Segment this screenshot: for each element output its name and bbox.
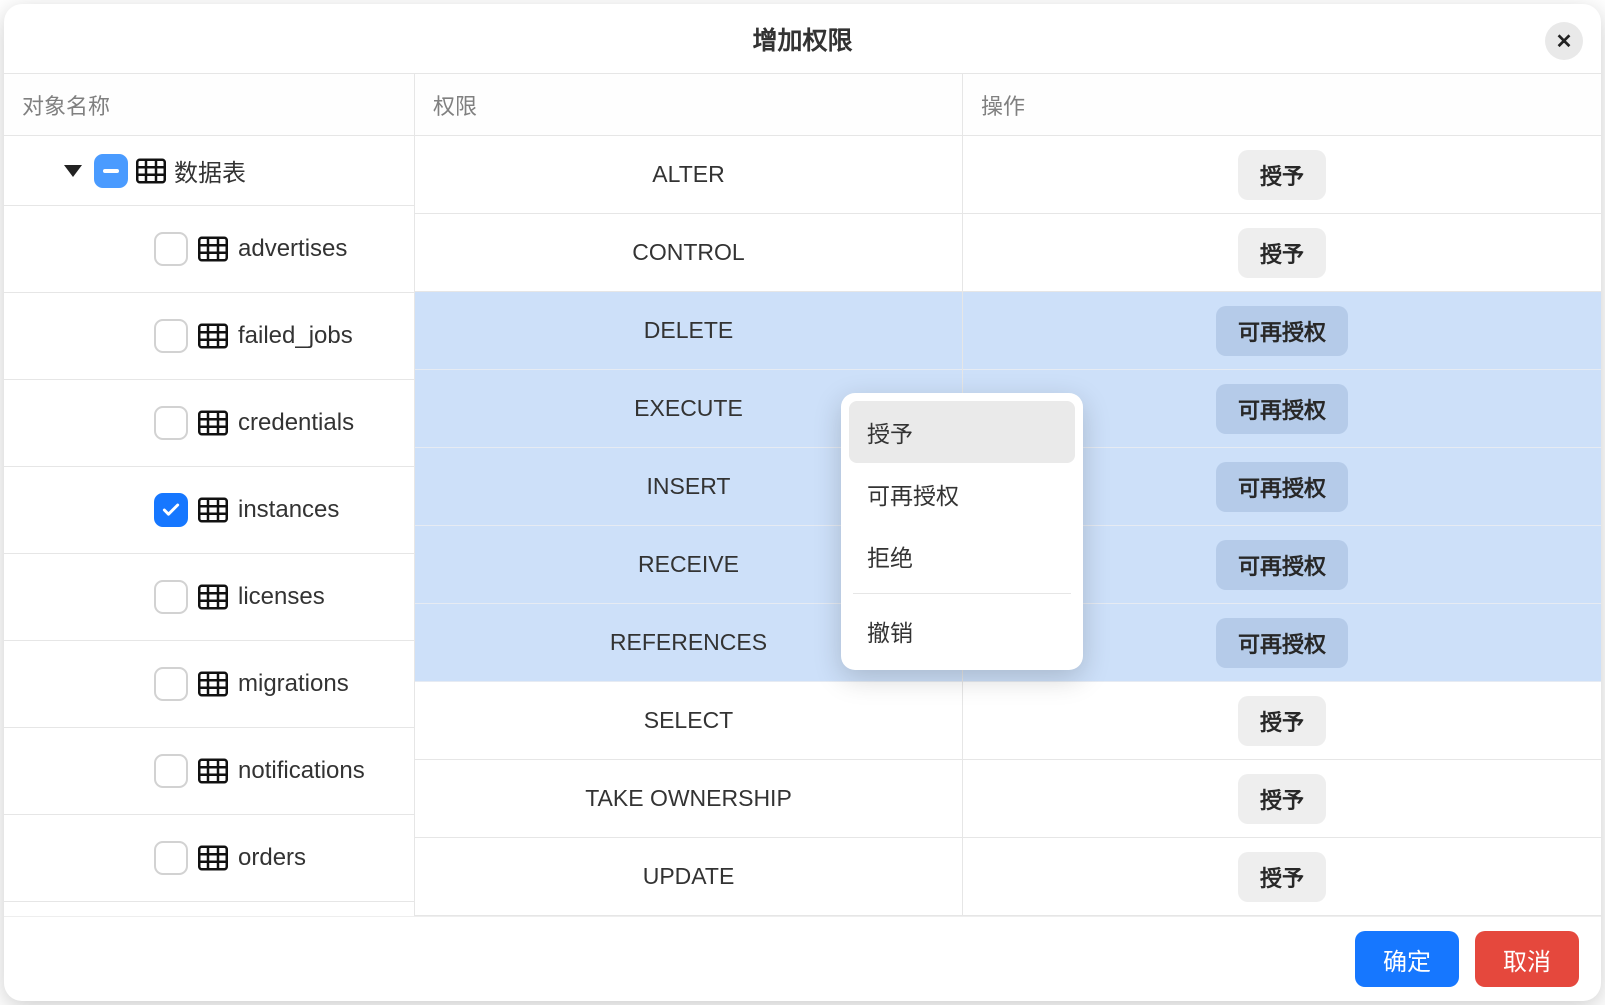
- menu-item-revoke[interactable]: 撤销: [849, 600, 1075, 662]
- permission-row[interactable]: CONTROL: [415, 214, 962, 292]
- tree-item-label: licenses: [238, 583, 325, 611]
- grant-button[interactable]: 授予: [1238, 696, 1326, 746]
- action-row: 授予: [963, 682, 1601, 760]
- add-permission-modal: 增加权限 ✕ 对象名称 数据表 advertises failed_jobscre…: [4, 4, 1601, 1001]
- grant-button[interactable]: 授予: [1238, 774, 1326, 824]
- permission-row[interactable]: ALTER: [415, 136, 962, 214]
- permission-name: INSERT: [647, 473, 731, 500]
- checkbox[interactable]: [154, 580, 188, 614]
- grant-button[interactable]: 授予: [1238, 228, 1326, 278]
- tree-item[interactable]: instances: [4, 467, 414, 554]
- modal-title: 增加权限: [752, 21, 852, 57]
- permission-name: ALTER: [652, 161, 724, 188]
- permission-row[interactable]: SELECT: [415, 682, 962, 760]
- permission-row[interactable]: TAKE OWNERSHIP: [415, 760, 962, 838]
- tree-item[interactable]: advertises: [4, 206, 414, 293]
- checkbox[interactable]: [154, 754, 188, 788]
- table-icon: [198, 845, 228, 871]
- tree-item[interactable]: credentials: [4, 380, 414, 467]
- close-icon: ✕: [1556, 29, 1573, 54]
- permission-name: DELETE: [644, 317, 733, 344]
- tree-root-tables[interactable]: 数据表: [4, 136, 414, 206]
- permission-name: RECEIVE: [638, 551, 739, 578]
- permission-row[interactable]: DELETE: [415, 292, 962, 370]
- column-objects: 对象名称 数据表 advertises failed_jobs credential…: [4, 74, 415, 916]
- action-row: 授予: [963, 136, 1601, 214]
- tree-item-label: advertises: [238, 235, 347, 263]
- permission-name: CONTROL: [632, 239, 744, 266]
- caret-down-icon: [64, 165, 82, 177]
- tree-item-label: migrations: [238, 670, 349, 698]
- grant-button[interactable]: 可再授权: [1216, 384, 1348, 434]
- grant-context-menu: 授予可再授权拒绝 撤销: [841, 393, 1083, 670]
- cancel-button[interactable]: 取消: [1475, 931, 1579, 987]
- close-button[interactable]: ✕: [1545, 22, 1583, 60]
- action-row: 授予: [963, 214, 1601, 292]
- permission-name: UPDATE: [643, 863, 735, 890]
- tree-item-label: credentials: [238, 409, 354, 437]
- checkbox[interactable]: [154, 493, 188, 527]
- table-icon: [198, 671, 228, 697]
- tree-item[interactable]: migrations: [4, 641, 414, 728]
- column-header-objects: 对象名称: [4, 74, 414, 136]
- permission-name: EXECUTE: [634, 395, 743, 422]
- checkbox[interactable]: [154, 232, 188, 266]
- column-header-permissions: 权限: [415, 74, 962, 136]
- table-icon: [198, 584, 228, 610]
- action-row: 可再授权: [963, 292, 1601, 370]
- checkbox[interactable]: [154, 841, 188, 875]
- table-icon: [198, 323, 228, 349]
- grant-button[interactable]: 可再授权: [1216, 540, 1348, 590]
- grant-button[interactable]: 授予: [1238, 852, 1326, 902]
- checkbox[interactable]: [154, 406, 188, 440]
- modal-header: 增加权限 ✕: [4, 4, 1601, 74]
- tree-item-label: notifications: [238, 757, 365, 785]
- tree-item-label: failed_jobs: [238, 322, 353, 350]
- menu-divider: [853, 593, 1071, 594]
- menu-item[interactable]: 授予: [849, 401, 1075, 463]
- permission-name: TAKE OWNERSHIP: [585, 785, 792, 812]
- column-header-actions: 操作: [963, 74, 1601, 136]
- table-icon: [198, 758, 228, 784]
- checkbox[interactable]: [154, 319, 188, 353]
- action-row: 授予: [963, 760, 1601, 838]
- menu-item[interactable]: 可再授权: [849, 463, 1075, 525]
- grant-button[interactable]: 授予: [1238, 150, 1326, 200]
- table-icon: [198, 410, 228, 436]
- tree-item[interactable]: orders: [4, 815, 414, 902]
- checkbox[interactable]: [154, 667, 188, 701]
- tree-item[interactable]: licenses: [4, 554, 414, 641]
- tree-item-label: orders: [238, 844, 306, 872]
- grant-button[interactable]: 可再授权: [1216, 462, 1348, 512]
- confirm-button[interactable]: 确定: [1355, 931, 1459, 987]
- table-icon: [198, 236, 228, 262]
- tree-root-label: 数据表: [174, 153, 246, 188]
- tree-item[interactable]: failed_jobs: [4, 293, 414, 380]
- action-row: 授予: [963, 838, 1601, 916]
- permission-row[interactable]: UPDATE: [415, 838, 962, 916]
- tree-item[interactable]: notifications: [4, 728, 414, 815]
- grant-button[interactable]: 可再授权: [1216, 618, 1348, 668]
- permission-name: REFERENCES: [610, 629, 767, 656]
- table-icon: [136, 158, 166, 184]
- modal-body: 对象名称 数据表 advertises failed_jobs credential…: [4, 74, 1601, 916]
- table-icon: [198, 497, 228, 523]
- permission-name: SELECT: [644, 707, 733, 734]
- menu-item[interactable]: 拒绝: [849, 525, 1075, 587]
- object-tree: 数据表 advertises failed_jobs credentials inst…: [4, 136, 414, 916]
- checkbox-root[interactable]: [94, 154, 128, 188]
- tree-item-label: instances: [238, 496, 339, 524]
- grant-button[interactable]: 可再授权: [1216, 306, 1348, 356]
- modal-footer: 确定 取消: [4, 916, 1601, 1001]
